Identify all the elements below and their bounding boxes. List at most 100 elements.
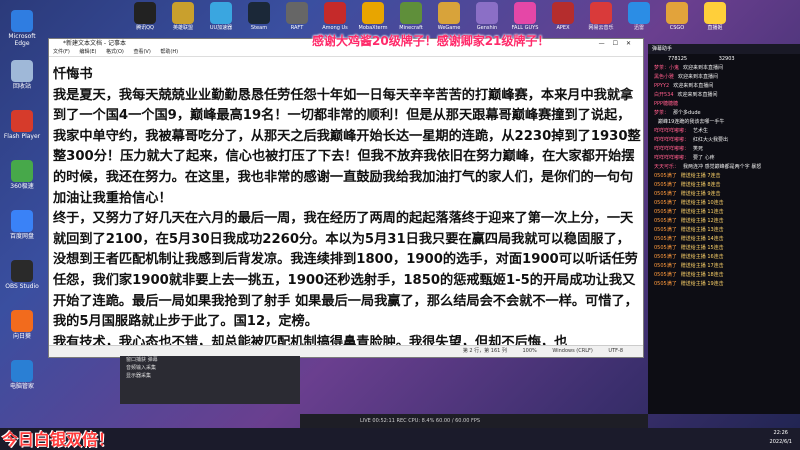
desktop-icon[interactable]: FALL GUYS [508,2,542,31]
chat-username: 0505满了 [654,236,677,242]
desktop-icon[interactable]: 网易云音乐 [584,2,618,31]
desktop-icon[interactable]: 向日葵 [2,308,42,340]
app-icon [286,2,308,24]
chat-message: 梦茶：小鬼 欢迎来到本直播间 [648,64,800,73]
desktop-icon-label: UU加速器 [209,25,233,31]
chat-text: 艺术生 [693,128,709,134]
app-icon [134,2,156,24]
menu-file[interactable]: 文件(F) [53,49,70,55]
obs-source-item[interactable]: 显示器采集 [120,372,300,380]
desktop-icon-label: 电脑管家 [9,383,34,390]
chat-username: 0505满了 [654,182,677,188]
app-icon [438,2,460,24]
desktop-icon[interactable]: OBS Studio [2,258,42,290]
desktop-icon-label: FALL GUYS [511,25,539,31]
app-icon [552,2,574,24]
desktop-icon-label: Microsoft Edge [8,33,36,47]
clock-date: 2022/6/1 [769,439,792,445]
desktop-icon-label: 网易云音乐 [588,25,614,31]
chat-message: 咩咩咩咩嘟嘟： 艺术生 [648,127,800,136]
danmaku-stats: 778125 32903 [648,54,800,64]
app-icon [362,2,384,24]
chat-text: 赠送给主播 14连击 [680,236,724,242]
desktop-icon[interactable]: 迅雷 [622,2,656,31]
thanks-banner: 感谢大鸡酱20级牌子！感谢卿家21级牌子！ [312,34,550,48]
desktop-icon[interactable]: Flash Player [2,108,42,140]
desktop-icon[interactable]: 360极速 [2,158,42,190]
chat-text: 赠送给主播 7连击 [680,173,721,179]
app-icon [628,2,650,24]
desktop-icon[interactable]: Microsoft Edge [2,8,42,47]
desktop-icon[interactable]: Genshin [470,2,504,31]
notepad-paragraph: 终于，又努力了好几天在六月的最后一周，我在经历了两周的起起落落终于迎来了第一次上… [53,211,638,330]
desktop-icon-label: APEX [556,25,570,31]
chat-text: 赠送给主播 16连击 [680,254,724,260]
chat-username: 咩咩咩咩嘟嘟： [654,128,690,134]
gift-message: 0505满了 赠送给主播 19连击 [648,280,800,289]
gift-message: 0505满了 赠送给主播 14连击 [648,235,800,244]
desktop-icon[interactable]: 直播姬 [698,2,732,31]
chat-text: 赠送给主播 12连击 [680,218,724,224]
chat-username: 咩咩咩咩嘟嘟： [654,146,690,152]
app-icon [11,260,33,282]
desktop-icon-label: 英雄联盟 [172,25,193,31]
desktop-icon[interactable]: Among Us [318,2,352,31]
desktop-icon[interactable]: RAFT [280,2,314,31]
desktop-icon-label: Among Us [322,25,348,31]
app-icon [11,160,33,182]
desktop-icon[interactable]: MobaXterm [356,2,390,31]
desktop-icon[interactable]: 英雄联盟 [166,2,200,31]
app-icon [172,2,194,24]
desktop-icon[interactable]: Steam [242,2,276,31]
chat-text: 我两连冲 感觉巅峰都是两个字 暴怒 [683,164,762,170]
obs-source-list[interactable]: 窗口捕获 弹幕 音频输入采集 显示器采集 [120,356,300,404]
menu-view[interactable]: 查看(V) [133,49,150,55]
desktop-icon[interactable]: 腾讯QQ [128,2,162,31]
desktop-icon[interactable]: UU加速器 [204,2,238,31]
menu-format[interactable]: 格式(O) [106,49,124,55]
desktop-icon-label: OBS Studio [5,283,39,290]
notepad-title: *新建文本文档 - 记事本 [63,40,126,47]
status-lineending: Windows (CRLF) [552,348,593,354]
desktop-icon[interactable]: Minecraft [394,2,428,31]
desktop-icon[interactable]: 回收站 [2,58,42,90]
menu-help[interactable]: 帮助(H) [160,49,178,55]
app-icon [248,2,270,24]
status-zoom: 100% [522,348,537,354]
obs-source-item[interactable]: 窗口捕获 弹幕 [120,356,300,364]
notepad-text-area[interactable]: 忏悔书 我是夏天，我每天兢兢业业勤勤恳恳任劳任怨十年如一日每天辛辛苦苦的打巅峰赛… [53,65,641,345]
window-controls[interactable]: —☐✕ [599,39,639,48]
gift-message: 0505满了 赠送给主播 18连击 [648,271,800,280]
chat-text: 欢迎来到本直播间 [673,83,714,89]
app-icon [324,2,346,24]
desktop-icon[interactable]: WeGame [432,2,466,31]
chat-username: 0505满了 [654,227,677,233]
desktop-icon[interactable]: CSGO [660,2,694,31]
chat-username: 0505满了 [654,281,677,287]
obs-source-item[interactable]: 音频输入采集 [120,364,300,372]
tray-clock[interactable]: 22:26 2022/6/1 [770,429,792,447]
menu-edit[interactable]: 编辑(E) [79,49,96,55]
chat-text: 欢迎来到本直播间 [678,74,719,80]
app-icon [704,2,726,24]
gift-message: 0505满了 赠送给主播 12连击 [648,217,800,226]
notepad-paragraph: 忏悔书 [53,67,93,82]
desktop-icon[interactable]: 电脑管家 [2,358,42,390]
desktop-icon-label: MobaXterm [358,25,388,31]
app-icon [476,2,498,24]
chat-text: 那个多dude [673,110,701,116]
desktop-icon[interactable]: 百度网盘 [2,208,42,240]
chat-message: 天天可乐： 我两连冲 感觉巅峰都是两个字 暴怒 [648,163,800,172]
chat-username: 梦茶：小鬼 [654,65,680,71]
taskbar[interactable] [0,428,800,450]
desktop-icon-label: WeGame [437,25,461,31]
desktop-icon-label: 腾讯QQ [136,25,154,31]
app-icon [11,110,33,132]
notepad-window[interactable]: *新建文本文档 - 记事本 —☐✕ 文件(F) 编辑(E) 格式(O) 查看(V… [48,38,644,358]
danmaku-title: 弹幕助手 [648,44,800,54]
desktop-icon-label: Flash Player [3,133,41,140]
gift-message: 0505满了 赠送给主播 7连击 [648,172,800,181]
app-icon [11,210,33,232]
danmaku-panel: 弹幕助手 778125 32903 梦茶：小鬼 欢迎来到本直播间 黑色小雅 欢迎来到本… [648,44,800,414]
desktop-icon[interactable]: APEX [546,2,580,31]
